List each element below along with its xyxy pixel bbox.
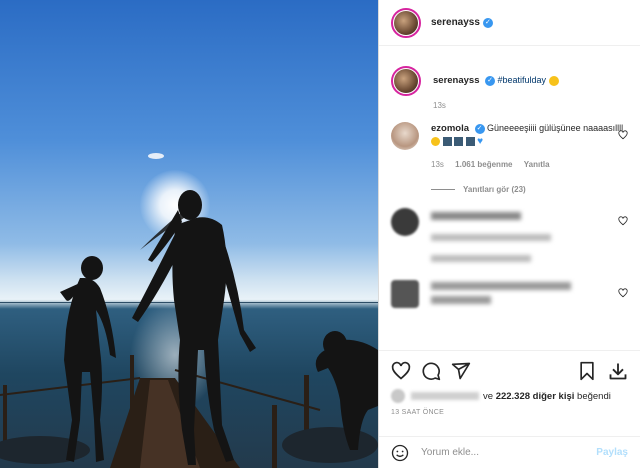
commenter-avatar[interactable] bbox=[391, 122, 419, 150]
blue-heart-icon: ♥ bbox=[477, 136, 483, 147]
silhouettes bbox=[0, 153, 378, 468]
commenter-avatar[interactable] bbox=[391, 208, 419, 236]
commenter-username[interactable]: ezomola bbox=[431, 123, 469, 134]
heart-icon[interactable] bbox=[618, 130, 628, 140]
likes-line: ve 222.328 diğer kişi beğendi bbox=[391, 389, 628, 403]
comment-item bbox=[391, 208, 628, 262]
emoji-icon bbox=[465, 137, 475, 147]
post-comment-button[interactable]: Paylaş bbox=[596, 447, 628, 458]
post-header: serenayss ✓ bbox=[379, 0, 640, 46]
likes-count[interactable]: 222.328 diğer kişi bbox=[496, 391, 575, 402]
emoji-icon bbox=[442, 137, 452, 147]
heart-icon[interactable] bbox=[618, 216, 628, 226]
verified-icon: ✓ bbox=[485, 75, 495, 86]
heart-icon[interactable] bbox=[391, 361, 411, 381]
post-side-panel: serenayss ✓ serenayss ✓ #beatifulday 13s bbox=[378, 0, 640, 468]
emoji-icon[interactable] bbox=[391, 444, 409, 462]
blurred-comment bbox=[431, 280, 628, 308]
caption: serenayss ✓ #beatifulday 13s bbox=[391, 66, 628, 112]
comment-icon[interactable] bbox=[421, 361, 441, 381]
emoji-icon bbox=[431, 137, 440, 147]
instagram-post: serenayss ✓ serenayss ✓ #beatifulday 13s bbox=[0, 0, 640, 468]
comment-likes[interactable]: 1.061 beğenme bbox=[455, 160, 512, 169]
author-username[interactable]: serenayss bbox=[431, 17, 480, 28]
download-icon[interactable] bbox=[608, 361, 628, 381]
author-avatar[interactable] bbox=[391, 7, 421, 38]
comment-item: ezomola ✓ Güneeeeşiiii gülüşünee naaaası… bbox=[391, 122, 628, 171]
heart-icon[interactable] bbox=[618, 288, 628, 298]
comment-text: Güneeeeşiiii gülüşünee naaaasıllll bbox=[487, 123, 624, 133]
comment-time: 13s bbox=[431, 160, 444, 169]
comment-item bbox=[391, 280, 628, 308]
view-replies-button[interactable]: Yanıtları gör (23) bbox=[431, 185, 628, 194]
liker-avatar[interactable] bbox=[391, 389, 405, 403]
verified-icon: ✓ bbox=[474, 123, 485, 134]
blurred-comment bbox=[431, 208, 628, 262]
reply-button[interactable]: Yanıtla bbox=[524, 160, 550, 169]
post-photo[interactable] bbox=[0, 0, 378, 468]
view-replies-label: Yanıtları gör (23) bbox=[463, 185, 526, 194]
caption-avatar[interactable] bbox=[391, 66, 421, 96]
liker-username-blurred[interactable] bbox=[411, 392, 479, 400]
verified-icon: ✓ bbox=[482, 17, 493, 28]
add-comment-bar: Yorum ekle... Paylaş bbox=[379, 436, 640, 468]
comments-list[interactable]: serenayss ✓ #beatifulday 13s ezomola ✓ G… bbox=[379, 56, 640, 348]
bookmark-icon[interactable] bbox=[578, 361, 596, 381]
post-timestamp: 13 SAAT ÖNCE bbox=[391, 409, 445, 416]
commenter-avatar[interactable] bbox=[391, 280, 419, 308]
caption-hashtag[interactable]: #beatifulday bbox=[498, 75, 547, 85]
share-icon[interactable] bbox=[451, 361, 471, 381]
caption-username[interactable]: serenayss bbox=[433, 75, 479, 86]
sun-emoji-icon bbox=[548, 75, 559, 86]
caption-time: 13s bbox=[433, 101, 446, 110]
likes-suffix: beğendi bbox=[577, 390, 611, 402]
likes-prefix: ve bbox=[483, 390, 494, 402]
comment-input[interactable]: Yorum ekle... bbox=[421, 447, 596, 458]
post-actions: ve 222.328 diğer kişi beğendi 13 SAAT ÖN… bbox=[379, 350, 640, 416]
emoji-icon bbox=[454, 137, 464, 147]
